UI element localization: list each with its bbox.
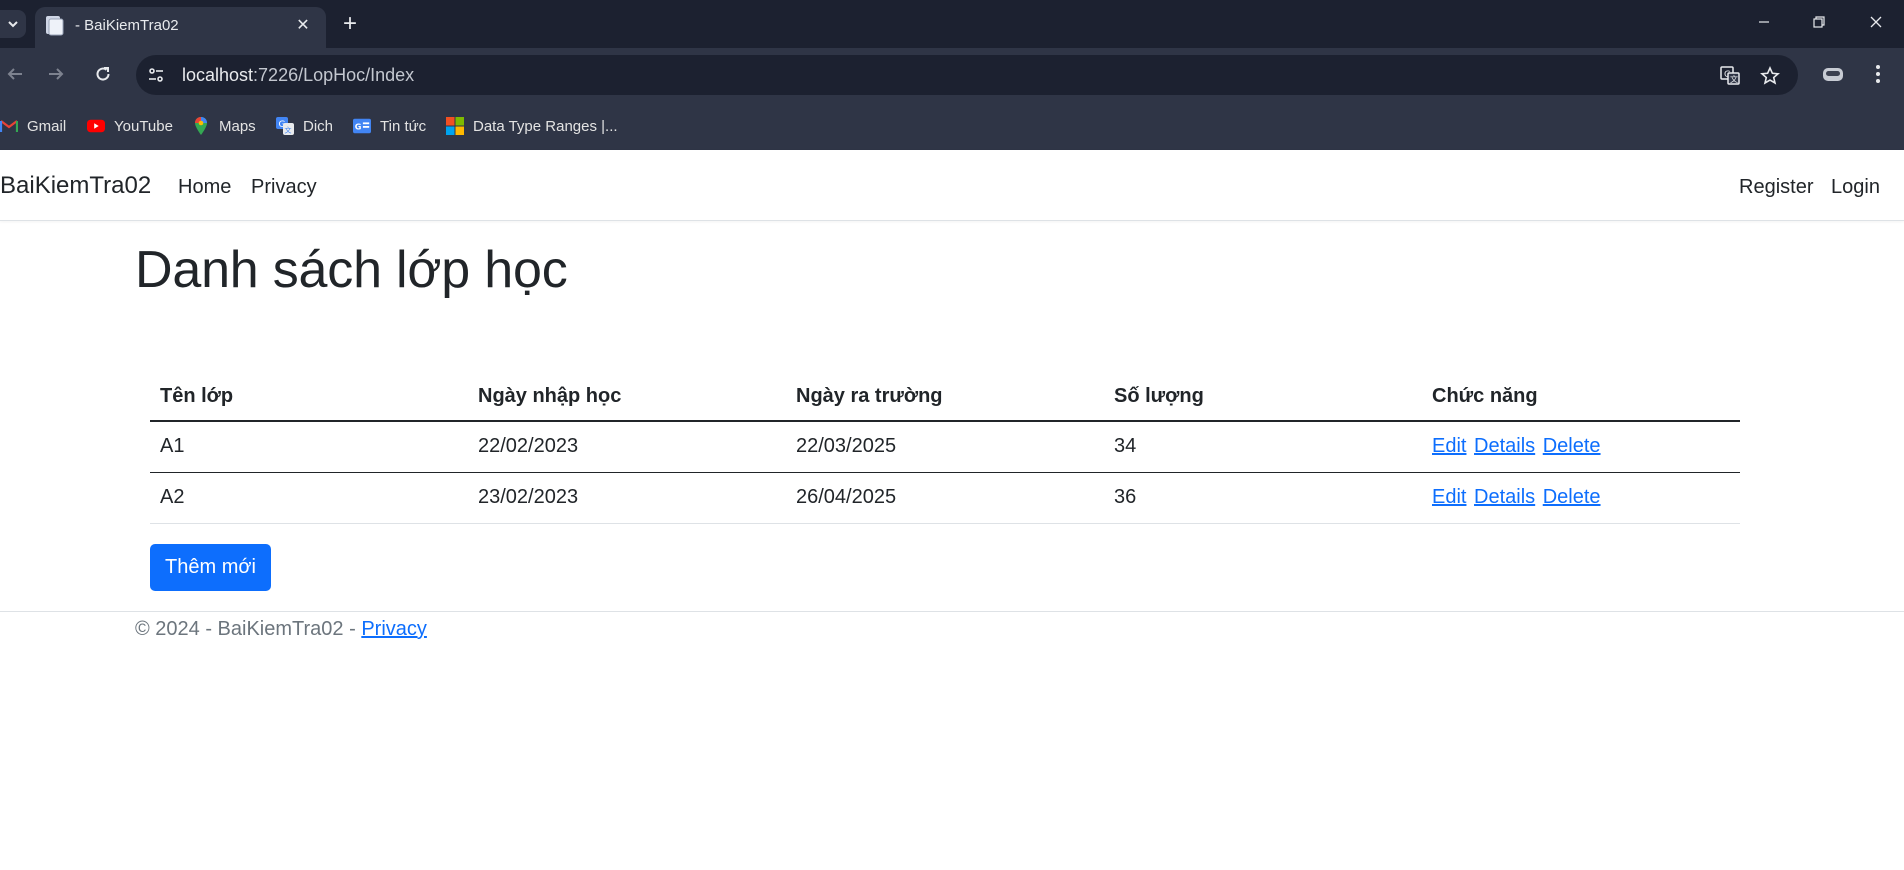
- cell-ngay-ra-truong: 26/04/2025: [786, 472, 1104, 524]
- new-tab-icon[interactable]: +: [336, 10, 364, 38]
- cell-ten-lop: A1: [150, 421, 468, 473]
- bookmark-dich[interactable]: G文 Dich: [276, 115, 333, 137]
- news-icon: G: [353, 117, 371, 135]
- edit-link[interactable]: Edit: [1432, 435, 1466, 457]
- menu-kebab-icon[interactable]: [1863, 59, 1893, 89]
- add-new-button[interactable]: Thêm mới: [150, 544, 271, 591]
- address-bar[interactable]: localhost:7226/LopHoc/Index G文: [136, 55, 1798, 95]
- chevron-down-icon: [8, 21, 18, 28]
- cell-actions: Edit Details Delete: [1422, 472, 1740, 524]
- cell-actions: Edit Details Delete: [1422, 421, 1740, 473]
- translate-icon: G文: [276, 117, 294, 135]
- delete-link[interactable]: Delete: [1543, 435, 1601, 457]
- bookmark-label: YouTube: [114, 117, 173, 135]
- edit-link[interactable]: Edit: [1432, 486, 1466, 508]
- cell-so-luong: 36: [1104, 472, 1422, 524]
- footer-text: © 2024 - BaiKiemTra02 - Privacy: [135, 618, 427, 641]
- navbar-brand[interactable]: BaiKiemTra02: [0, 172, 151, 200]
- browser-chrome: - BaiKiemTra02 ✕ + localhost:7226/LopHoc: [0, 0, 1904, 150]
- url-text: localhost:7226/LopHoc/Index: [182, 65, 414, 86]
- forward-arrow-icon[interactable]: [41, 59, 71, 89]
- cell-so-luong: 34: [1104, 421, 1422, 473]
- browser-toolbar: localhost:7226/LopHoc/Index G文: [0, 48, 1904, 102]
- page-favicon-icon: [46, 16, 64, 36]
- bookmark-label: Tin tức: [380, 117, 427, 135]
- cell-ngay-nhap-hoc: 23/02/2023: [468, 472, 786, 524]
- bookmark-label: Gmail: [27, 117, 67, 135]
- bookmark-label: Dich: [303, 117, 334, 135]
- class-list-table: Tên lớp Ngày nhập học Ngày ra trường Số …: [150, 372, 1740, 524]
- details-link[interactable]: Details: [1474, 435, 1535, 457]
- table-row: A1 22/02/2023 22/03/2025 34 Edit Details…: [150, 421, 1740, 473]
- cell-ngay-nhap-hoc: 22/02/2023: [468, 421, 786, 473]
- details-link[interactable]: Details: [1474, 486, 1535, 508]
- url-host: localhost: [182, 65, 254, 85]
- nav-link-login[interactable]: Login: [1831, 176, 1880, 199]
- bookmark-label: Data Type Ranges |...: [473, 117, 618, 135]
- table-row: A2 23/02/2023 26/04/2025 36 Edit Details…: [150, 472, 1740, 524]
- footer-copyright: © 2024 - BaiKiemTra02 -: [135, 618, 362, 640]
- bookmark-tin-tuc[interactable]: G Tin tức: [353, 115, 426, 137]
- gmail-icon: [0, 117, 18, 135]
- nav-link-home[interactable]: Home: [178, 176, 231, 199]
- restore-icon[interactable]: [1791, 0, 1847, 44]
- svg-text:文: 文: [1730, 74, 1738, 84]
- youtube-icon: [87, 117, 105, 135]
- bookmark-data-type-ranges[interactable]: Data Type Ranges |...: [446, 115, 618, 137]
- column-header-so-luong: Số lượng: [1104, 372, 1422, 422]
- profile-avatar-icon[interactable]: [1818, 59, 1848, 89]
- tab-title: - BaiKiemTra02: [75, 17, 179, 34]
- bookmark-gmail[interactable]: Gmail: [0, 115, 66, 137]
- footer-privacy-link[interactable]: Privacy: [361, 618, 427, 640]
- column-header-ten-lop: Tên lớp: [150, 372, 468, 422]
- tab-strip: - BaiKiemTra02 ✕ +: [0, 0, 1904, 48]
- translate-page-icon[interactable]: G文: [1718, 64, 1742, 88]
- close-tab-icon[interactable]: ✕: [291, 13, 315, 37]
- delete-link[interactable]: Delete: [1543, 486, 1601, 508]
- nav-link-register[interactable]: Register: [1739, 176, 1813, 199]
- close-window-icon[interactable]: [1848, 0, 1904, 44]
- tab-search-button[interactable]: [0, 10, 26, 38]
- active-tab[interactable]: - BaiKiemTra02 ✕: [35, 7, 326, 48]
- column-header-chuc-nang: Chức năng: [1422, 372, 1740, 422]
- site-settings-icon[interactable]: [142, 61, 170, 89]
- site-footer: © 2024 - BaiKiemTra02 - Privacy: [0, 611, 1904, 649]
- bookmark-label: Maps: [219, 117, 256, 135]
- maps-icon: [192, 117, 210, 135]
- column-header-ngay-nhap-hoc: Ngày nhập học: [468, 372, 786, 422]
- bookmark-maps[interactable]: Maps: [192, 115, 256, 137]
- cell-ten-lop: A2: [150, 472, 468, 524]
- bookmarks-bar: Gmail YouTube Maps G文 Dich G Tin tức Dat…: [0, 102, 1904, 150]
- bookmark-youtube[interactable]: YouTube: [87, 115, 173, 137]
- column-header-ngay-ra-truong: Ngày ra trường: [786, 372, 1104, 422]
- svg-text:文: 文: [285, 126, 292, 135]
- reload-icon[interactable]: [88, 59, 118, 89]
- url-path: :7226/LopHoc/Index: [253, 65, 415, 85]
- page-title: Danh sách lớp học: [135, 241, 568, 299]
- site-navbar: BaiKiemTra02 Home Privacy Register Login: [0, 150, 1904, 221]
- cell-ngay-ra-truong: 22/03/2025: [786, 421, 1104, 473]
- back-arrow-icon[interactable]: [0, 59, 30, 89]
- table-header-row: Tên lớp Ngày nhập học Ngày ra trường Số …: [150, 372, 1740, 422]
- bookmark-star-icon[interactable]: [1758, 64, 1782, 88]
- microsoft-icon: [446, 117, 464, 135]
- minimize-icon[interactable]: [1736, 0, 1792, 44]
- nav-link-privacy[interactable]: Privacy: [251, 176, 317, 199]
- svg-text:G: G: [355, 122, 362, 132]
